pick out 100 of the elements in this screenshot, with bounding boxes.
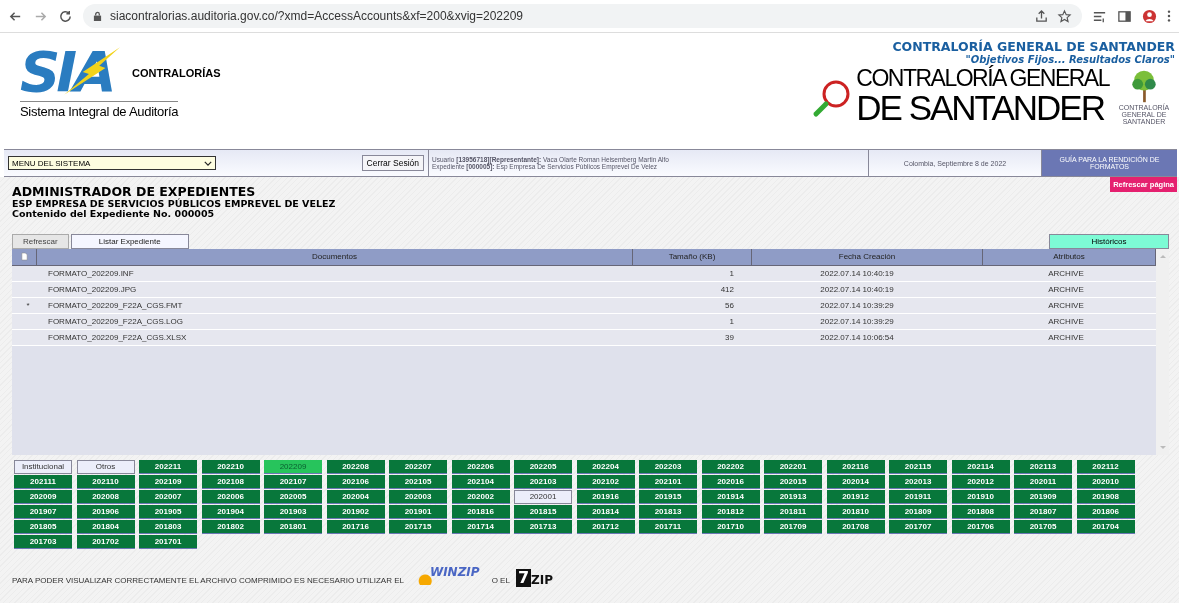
period-button[interactable]: 201807 (1014, 504, 1072, 519)
share-icon[interactable] (1034, 8, 1049, 24)
period-button[interactable]: 201708 (826, 519, 885, 534)
period-button[interactable]: 202110 (76, 474, 135, 489)
period-button[interactable]: 201806 (1076, 504, 1135, 519)
period-button[interactable]: 201912 (826, 489, 885, 504)
period-button[interactable]: 201706 (951, 519, 1010, 534)
period-button[interactable]: 202106 (326, 474, 385, 489)
period-button[interactable]: 201814 (576, 504, 635, 519)
address-bar[interactable]: siacontralorias.auditoria.gov.co/?xmd=AccessAccounts&xf=200&xvig=202209 (83, 4, 1082, 28)
period-button[interactable]: 202108 (201, 474, 260, 489)
period-button[interactable]: 201701 (139, 534, 197, 549)
period-button[interactable]: 202114 (951, 459, 1010, 474)
period-button[interactable]: 201810 (826, 504, 885, 519)
period-button[interactable]: 201802 (201, 519, 260, 534)
period-button[interactable]: 202009 (14, 489, 72, 504)
period-button[interactable]: 201906 (76, 504, 135, 519)
period-button[interactable]: 202203 (639, 459, 697, 474)
period-button[interactable]: 201901 (389, 504, 447, 519)
period-button[interactable]: 201915 (639, 489, 697, 504)
period-button[interactable]: 202112 (1076, 459, 1135, 474)
period-button[interactable]: 201815 (514, 504, 572, 519)
period-button[interactable]: 201907 (14, 504, 72, 519)
period-button[interactable]: 202002 (451, 489, 510, 504)
period-button[interactable]: 201812 (701, 504, 760, 519)
period-button[interactable]: 201805 (14, 519, 72, 534)
period-button[interactable]: 201716 (326, 519, 385, 534)
period-button[interactable]: 202103 (514, 474, 572, 489)
period-button[interactable]: 201715 (389, 519, 447, 534)
period-button[interactable]: 202205 (514, 459, 572, 474)
period-button[interactable]: 201916 (576, 489, 635, 504)
period-button[interactable]: 201911 (889, 489, 947, 504)
period-button[interactable]: 202005 (264, 489, 322, 504)
logout-button[interactable]: Cerrar Sesión (361, 155, 424, 171)
period-button[interactable]: 202007 (139, 489, 197, 504)
period-button[interactable]: 201702 (76, 534, 135, 549)
period-button[interactable]: 202006 (201, 489, 260, 504)
period-button[interactable]: 202010 (1076, 474, 1135, 489)
period-button[interactable]: 202102 (576, 474, 635, 489)
reload-icon[interactable] (58, 8, 73, 24)
period-button[interactable]: 201713 (514, 519, 572, 534)
period-button[interactable]: 201714 (451, 519, 510, 534)
period-button[interactable]: 201902 (326, 504, 385, 519)
period-button[interactable]: 202210 (201, 459, 260, 474)
period-button[interactable]: 202111 (14, 474, 72, 489)
period-button[interactable]: 201710 (701, 519, 760, 534)
period-button[interactable]: 201908 (1076, 489, 1135, 504)
table-cell[interactable]: FORMATO_202209_F22A_CGS.XLSX (44, 329, 612, 345)
period-button[interactable]: 201808 (951, 504, 1010, 519)
period-button[interactable]: 202206 (451, 459, 510, 474)
period-button[interactable]: 202016 (701, 474, 760, 489)
period-button[interactable]: 202208 (326, 459, 385, 474)
period-button[interactable]: 201913 (764, 489, 822, 504)
period-button[interactable]: 202014 (826, 474, 885, 489)
period-button[interactable]: 202107 (264, 474, 322, 489)
period-button[interactable]: 201801 (264, 519, 322, 534)
period-button[interactable]: 201803 (139, 519, 197, 534)
period-button[interactable]: 202012 (951, 474, 1010, 489)
period-button[interactable]: 201809 (889, 504, 947, 519)
period-button[interactable]: 202109 (139, 474, 197, 489)
period-button[interactable]: 202003 (389, 489, 447, 504)
period-button[interactable]: 201903 (264, 504, 322, 519)
star-icon[interactable] (1057, 8, 1072, 24)
period-button[interactable]: 201904 (201, 504, 260, 519)
period-button[interactable]: 201703 (14, 534, 72, 549)
period-button[interactable]: 201709 (764, 519, 822, 534)
period-button[interactable]: 202116 (826, 459, 885, 474)
period-button[interactable]: 201813 (639, 504, 697, 519)
period-button[interactable]: 201905 (139, 504, 197, 519)
table-cell[interactable]: FORMATO_202209.JPG (44, 281, 612, 297)
table-cell[interactable]: FORMATO_202209_F22A_CGS.FMT (44, 297, 612, 313)
period-button[interactable]: 201704 (1076, 519, 1135, 534)
period-button[interactable]: 201705 (1014, 519, 1072, 534)
period-button[interactable]: 202201 (764, 459, 822, 474)
history-button[interactable]: Históricos (1049, 233, 1169, 249)
period-button[interactable]: 201910 (951, 489, 1010, 504)
period-button[interactable]: 202011 (1014, 474, 1072, 489)
tab[interactable]: Listar Expediente (70, 233, 189, 249)
period-button[interactable]: 202202 (701, 459, 760, 474)
period-button[interactable]: 202211 (139, 459, 197, 474)
period-button[interactable]: 201804 (76, 519, 135, 534)
table-cell[interactable]: FORMATO_202209.INF (44, 265, 612, 281)
system-menu-select[interactable]: MENU DEL SISTEMA (8, 156, 216, 170)
table-cell[interactable]: FORMATO_202209_F22A_CGS.LOG (44, 313, 612, 329)
period-button[interactable]: 202207 (389, 459, 447, 474)
avatar-icon[interactable] (1142, 8, 1157, 24)
period-button[interactable]: 202004 (326, 489, 385, 504)
side-panel-icon[interactable] (1117, 8, 1132, 24)
period-button[interactable]: 202209 (264, 459, 322, 474)
period-button[interactable]: Otros (76, 459, 135, 474)
period-button[interactable]: 201811 (764, 504, 822, 519)
period-button[interactable]: 201909 (1014, 489, 1072, 504)
period-button[interactable]: 202001 (514, 489, 572, 504)
period-button[interactable]: 201816 (451, 504, 510, 519)
period-button[interactable]: 202105 (389, 474, 447, 489)
period-button[interactable]: 201712 (576, 519, 635, 534)
period-button[interactable]: 202104 (451, 474, 510, 489)
menu-icon[interactable] (1167, 9, 1171, 23)
period-button[interactable]: 202204 (576, 459, 635, 474)
period-button[interactable]: 201914 (701, 489, 760, 504)
